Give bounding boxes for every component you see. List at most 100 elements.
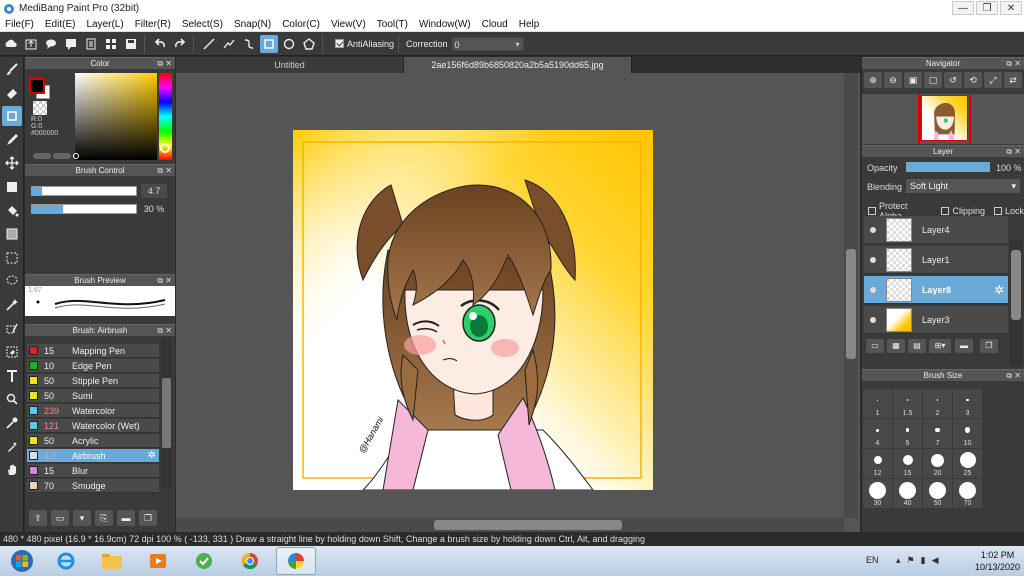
folder-icon[interactable]: ▬ (955, 339, 973, 353)
antialiasing-checkbox[interactable] (335, 39, 344, 48)
panel-float-close-icon[interactable]: ⧉ ✕ (1006, 146, 1021, 158)
brush-item-selected[interactable]: 4.7 Airbrush ✲ (27, 449, 159, 463)
brush-list-scrollbar[interactable] (161, 338, 172, 488)
brush-item[interactable]: 70 Smudge (27, 479, 159, 493)
color-mode-toggle[interactable] (33, 153, 51, 159)
menu-color[interactable]: Color(C) (282, 19, 320, 30)
bucket-tool-icon[interactable] (2, 201, 22, 221)
visibility-icon[interactable] (870, 286, 876, 293)
correction-select[interactable]: 0 (451, 36, 524, 52)
visibility-icon[interactable] (870, 316, 876, 323)
duplicate-icon[interactable]: ❐ (139, 510, 157, 526)
tray-network-icon[interactable]: ▮ (921, 555, 926, 566)
color-swap-toggle[interactable] (53, 153, 71, 159)
move-tool-icon[interactable] (2, 153, 22, 173)
brush-size-option[interactable]: 30 (863, 479, 892, 508)
polyline-tool-icon[interactable] (220, 35, 238, 53)
line-tool-icon[interactable] (200, 35, 218, 53)
minimize-button[interactable]: — (952, 1, 974, 15)
menu-help[interactable]: Help (519, 19, 540, 30)
folder-icon[interactable]: ▬ (117, 510, 135, 526)
grid-icon[interactable] (102, 35, 120, 53)
operation-tool-icon[interactable] (2, 389, 22, 409)
brush-size-option[interactable]: 3 (953, 389, 982, 418)
gradient-tool-icon[interactable] (2, 224, 22, 244)
eraser-tool-icon[interactable] (2, 83, 22, 103)
new-8bit-layer-icon[interactable]: ▤ (908, 339, 926, 353)
rectangle-tool-icon[interactable] (260, 34, 278, 53)
brush-size-option[interactable]: 1 (863, 389, 892, 418)
file-explorer-icon[interactable] (92, 547, 132, 575)
close-button[interactable]: ✕ (1000, 1, 1022, 15)
menu-layer[interactable]: Layer(L) (86, 19, 123, 30)
gear-icon[interactable]: ✲ (148, 450, 156, 461)
brush-size-option[interactable]: 1.5 (893, 389, 922, 418)
app-icon-green[interactable] (184, 547, 224, 575)
layer-scrollbar[interactable] (1010, 240, 1022, 365)
select-pen-icon[interactable] (2, 319, 22, 339)
brush-tool-icon[interactable] (2, 59, 22, 79)
brush-item[interactable]: 50 Sumi (27, 389, 159, 403)
tray-volume-icon[interactable]: ◀ (932, 555, 939, 566)
text-tool-icon[interactable] (2, 366, 22, 386)
menu-view[interactable]: View(V) (331, 19, 366, 30)
brush-size-option[interactable]: 10 (953, 419, 982, 448)
menu-window[interactable]: Window(W) (419, 19, 471, 30)
brush-settings-icon[interactable]: ⎘ (95, 510, 113, 526)
navigator-view[interactable] (862, 94, 1024, 144)
start-button[interactable] (2, 547, 42, 575)
tray-up-arrow-icon[interactable]: ▴ (896, 555, 901, 566)
brush-item[interactable]: 15 Blur (27, 464, 159, 478)
rotate-reset-icon[interactable]: ⟲ (964, 72, 982, 88)
brush-size-value[interactable]: 4.7 (141, 184, 167, 198)
brush-size-option[interactable]: 70 (953, 479, 982, 508)
chrome-icon[interactable] (230, 547, 270, 575)
document-icon[interactable] (82, 35, 100, 53)
chat-icon[interactable] (42, 35, 60, 53)
menu-cloud[interactable]: Cloud (482, 19, 508, 30)
visibility-icon[interactable] (870, 226, 876, 233)
menu-tool[interactable]: Tool(T) (377, 19, 408, 30)
brush-size-option[interactable]: 50 (923, 479, 952, 508)
eyedropper-icon[interactable] (2, 437, 22, 457)
blending-select[interactable]: Soft Light ▾ (906, 179, 1020, 193)
sv-marker[interactable] (73, 153, 79, 159)
add-layer-menu-icon[interactable]: ⊞▾ (929, 339, 951, 353)
fill-rect-tool-icon[interactable] (2, 177, 22, 197)
add-brush-menu-icon[interactable]: ▾ (73, 510, 91, 526)
menu-edit[interactable]: Edit(E) (45, 19, 76, 30)
hand-tool-icon[interactable] (2, 460, 22, 480)
brush-item[interactable]: 15 Mapping Pen (27, 344, 159, 358)
layer-row[interactable]: Layer1 (864, 246, 1008, 274)
vertical-scrollbar[interactable] (844, 73, 858, 518)
brush-opacity-slider[interactable] (31, 204, 137, 214)
duplicate-layer-icon[interactable]: ❐ (980, 339, 998, 353)
cloud-icon[interactable] (2, 35, 20, 53)
internet-explorer-icon[interactable] (46, 547, 86, 575)
comment-icon[interactable] (62, 35, 80, 53)
media-player-icon[interactable] (138, 547, 178, 575)
restore-button[interactable]: ❐ (976, 1, 998, 15)
cloud-download-icon[interactable]: ⇪ (29, 510, 47, 526)
tab-image[interactable]: 2ae156f6d89b6850820a2b5a5190dd65.jpg (404, 57, 632, 73)
brush-size-option[interactable]: 5 (893, 419, 922, 448)
flip-icon[interactable]: ⇄ (1004, 72, 1022, 88)
layer-row[interactable]: Layer4 (864, 216, 1008, 244)
brush-item[interactable]: 10 Edge Pen (27, 359, 159, 373)
panel-float-close-icon[interactable]: ⧉ ✕ (1006, 370, 1021, 382)
brush-size-option[interactable]: 25 (953, 449, 982, 478)
menu-snap[interactable]: Snap(N) (234, 19, 271, 30)
brush-size-option[interactable]: 2 (923, 389, 952, 418)
brush-size-option[interactable]: 20 (923, 449, 952, 478)
pen-tool-icon[interactable] (2, 130, 22, 150)
undo-icon[interactable] (151, 35, 169, 53)
curve-tool-icon[interactable] (240, 35, 258, 53)
layer-row[interactable]: Layer3 (864, 306, 1008, 334)
gear-icon[interactable]: ✲ (994, 283, 1004, 297)
clock[interactable]: 1:02 PM 10/13/2020 (975, 549, 1020, 573)
lock-checkbox[interactable] (993, 207, 1002, 215)
tray-flag-icon[interactable]: ⚑ (907, 555, 915, 566)
visibility-icon[interactable] (870, 256, 876, 263)
drawing-canvas[interactable]: @Hanami (293, 130, 653, 490)
tab-untitled[interactable]: Untitled (176, 57, 404, 73)
